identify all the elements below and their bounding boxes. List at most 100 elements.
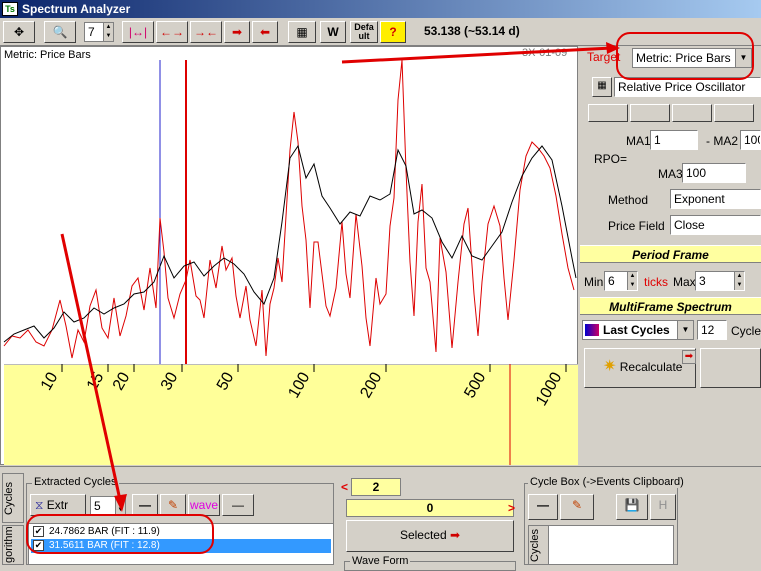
arrow-right-icon: ➡ <box>231 25 243 39</box>
spin-arrows-icon[interactable]: ▲ ▼ <box>627 272 637 290</box>
cycle-label: Cycle <box>731 324 761 338</box>
ma1-input[interactable]: 1 <box>650 130 698 150</box>
chart-metric-label: Metric: Price Bars <box>4 49 91 61</box>
tab-1[interactable] <box>588 104 628 122</box>
arrow-right-icon: ➡ <box>682 350 696 364</box>
magnifier-icon: 🔍 <box>52 25 68 39</box>
ma3-input[interactable]: 100 <box>682 163 746 183</box>
method-select[interactable]: Exponent <box>670 189 761 209</box>
nav-right-arrow[interactable]: > <box>508 501 515 515</box>
tab-2[interactable] <box>630 104 670 122</box>
min-spinner[interactable]: 6 ▲ ▼ <box>604 271 638 291</box>
selected-button[interactable]: Selected ➡ <box>346 520 514 552</box>
x-tick-label: 200 <box>357 369 385 401</box>
calculator-icon: ▦ <box>597 80 607 91</box>
smoothed-spectrum-line <box>3 144 577 343</box>
waveform-label: Wave Form <box>350 555 411 567</box>
fit-range-icon: |↔| <box>128 25 148 39</box>
sparkle-icon: ✷ <box>603 358 617 375</box>
annotation-ellipse-list <box>26 514 214 554</box>
window-title: Spectrum Analyzer <box>22 2 131 16</box>
w-button[interactable]: W <box>320 21 346 43</box>
x-tick-label: 100 <box>285 369 313 401</box>
pattern-icon: ▦ <box>296 25 308 39</box>
help-icon: ? <box>389 25 397 39</box>
x-tick-label: 10 <box>38 369 62 393</box>
x-tick-label: 500 <box>461 369 489 401</box>
spin-arrows-icon[interactable]: ▲ ▼ <box>115 497 125 515</box>
title-bar: Ts Spectrum Analyzer <box>0 0 761 18</box>
floppy-disk-icon: 💾 <box>624 498 640 512</box>
spin-arrows-icon[interactable]: ▲ ▼ <box>734 272 744 290</box>
x-axis-ticks: 10 15 20 30 50 100 200 500 1000 <box>38 364 567 409</box>
indicator-field[interactable]: Relative Price Oscillator <box>614 77 761 97</box>
crosshair-button[interactable]: ✥ <box>3 21 35 43</box>
rpo-label: RPO= <box>594 152 628 166</box>
line-icon: — <box>232 498 244 512</box>
h-button[interactable]: H <box>650 494 676 520</box>
h-label: H <box>658 498 668 512</box>
wave-toggle-button[interactable]: wave <box>188 494 220 516</box>
cycles-count-input[interactable]: 12 <box>697 320 727 340</box>
annotation-ellipse-target <box>616 32 754 80</box>
extract-button[interactable]: ⧖ Extr <box>30 494 86 516</box>
extract-label: Extr <box>46 498 69 512</box>
minus-icon: — <box>537 498 549 512</box>
blank-button[interactable]: — <box>222 494 254 516</box>
ma2-input[interactable]: 100 <box>740 130 761 150</box>
price-field-label: Price Field <box>608 219 665 233</box>
default-button[interactable]: Defa ult <box>350 21 378 43</box>
x-tick-label: 15 <box>84 369 108 393</box>
price-field-select[interactable]: Close <box>670 215 761 235</box>
tab-3[interactable] <box>672 104 712 122</box>
next-button[interactable]: ➡ <box>224 21 250 43</box>
max-label: Max <box>673 275 696 289</box>
clear-cycles-button[interactable]: ✎ <box>160 494 186 516</box>
max-spinner[interactable]: 3 ▲ ▼ <box>695 271 745 291</box>
cycle-box-list[interactable] <box>548 525 674 565</box>
cyclebox-clear-button[interactable]: ✎ <box>560 494 594 520</box>
max-value: 3 <box>699 274 706 288</box>
zoom-button[interactable]: 🔍 <box>44 21 76 43</box>
w-label: W <box>327 25 339 39</box>
zoom-spinner[interactable]: 7 ▲ ▼ <box>84 22 114 42</box>
chevron-down-icon[interactable]: ▼ <box>677 321 693 339</box>
x-tick-label: 30 <box>158 369 182 393</box>
remove-cycle-button[interactable]: — <box>132 494 158 516</box>
ma3-label: MA3 <box>658 167 683 181</box>
zoom-value: 7 <box>88 25 95 39</box>
tab-4[interactable] <box>714 104 754 122</box>
help-button[interactable]: ? <box>380 21 406 43</box>
prev-button[interactable]: ⬅ <box>252 21 278 43</box>
shrink-button[interactable]: →← <box>190 21 222 43</box>
arrow-right-icon: ➡ <box>449 528 461 542</box>
expand-button[interactable]: ←→ <box>156 21 188 43</box>
last-cycles-select[interactable]: Last Cycles ▼ <box>582 320 694 340</box>
nav-left-arrow[interactable]: < <box>341 480 348 494</box>
nav-value-field[interactable]: 2 <box>351 478 401 496</box>
offset-field[interactable]: 0 <box>346 499 514 517</box>
brush-icon: ✎ <box>571 498 583 512</box>
cycles-side-label: Cycles <box>528 525 550 565</box>
fit-range-button[interactable]: |↔| <box>122 21 154 43</box>
brush-icon: ✎ <box>167 498 179 512</box>
tab-algorithm[interactable]: gorithm <box>2 525 24 565</box>
method-label: Method <box>608 193 649 207</box>
save-button[interactable]: 💾 <box>616 494 648 520</box>
pattern-button[interactable]: ▦ <box>288 21 316 43</box>
extract-count-spinner[interactable]: 5 ▲ ▼ <box>90 496 126 516</box>
period-frame-header: Period Frame <box>580 245 761 263</box>
spin-arrows-icon[interactable]: ▲ ▼ <box>103 23 113 41</box>
extract-count-value: 5 <box>94 499 101 513</box>
spectrum-chart[interactable]: 10 15 20 30 50 100 200 500 1000 <box>0 46 578 465</box>
indicator-icon-button[interactable]: ▦ <box>592 77 612 97</box>
ticks-label: ticks <box>644 275 668 289</box>
cycle-box-title: Cycle Box (->Events Clipboard) <box>528 476 686 488</box>
tab-cycles[interactable]: Cycles <box>2 473 24 523</box>
last-cycles-value: Last Cycles <box>603 323 670 337</box>
shrink-icon: →← <box>194 25 218 39</box>
cyclebox-remove-button[interactable]: — <box>528 494 558 520</box>
wave-button[interactable] <box>700 348 761 388</box>
x-tick-label: 1000 <box>533 369 566 408</box>
recalculate-button[interactable]: ✷ Recalculate <box>584 348 696 388</box>
